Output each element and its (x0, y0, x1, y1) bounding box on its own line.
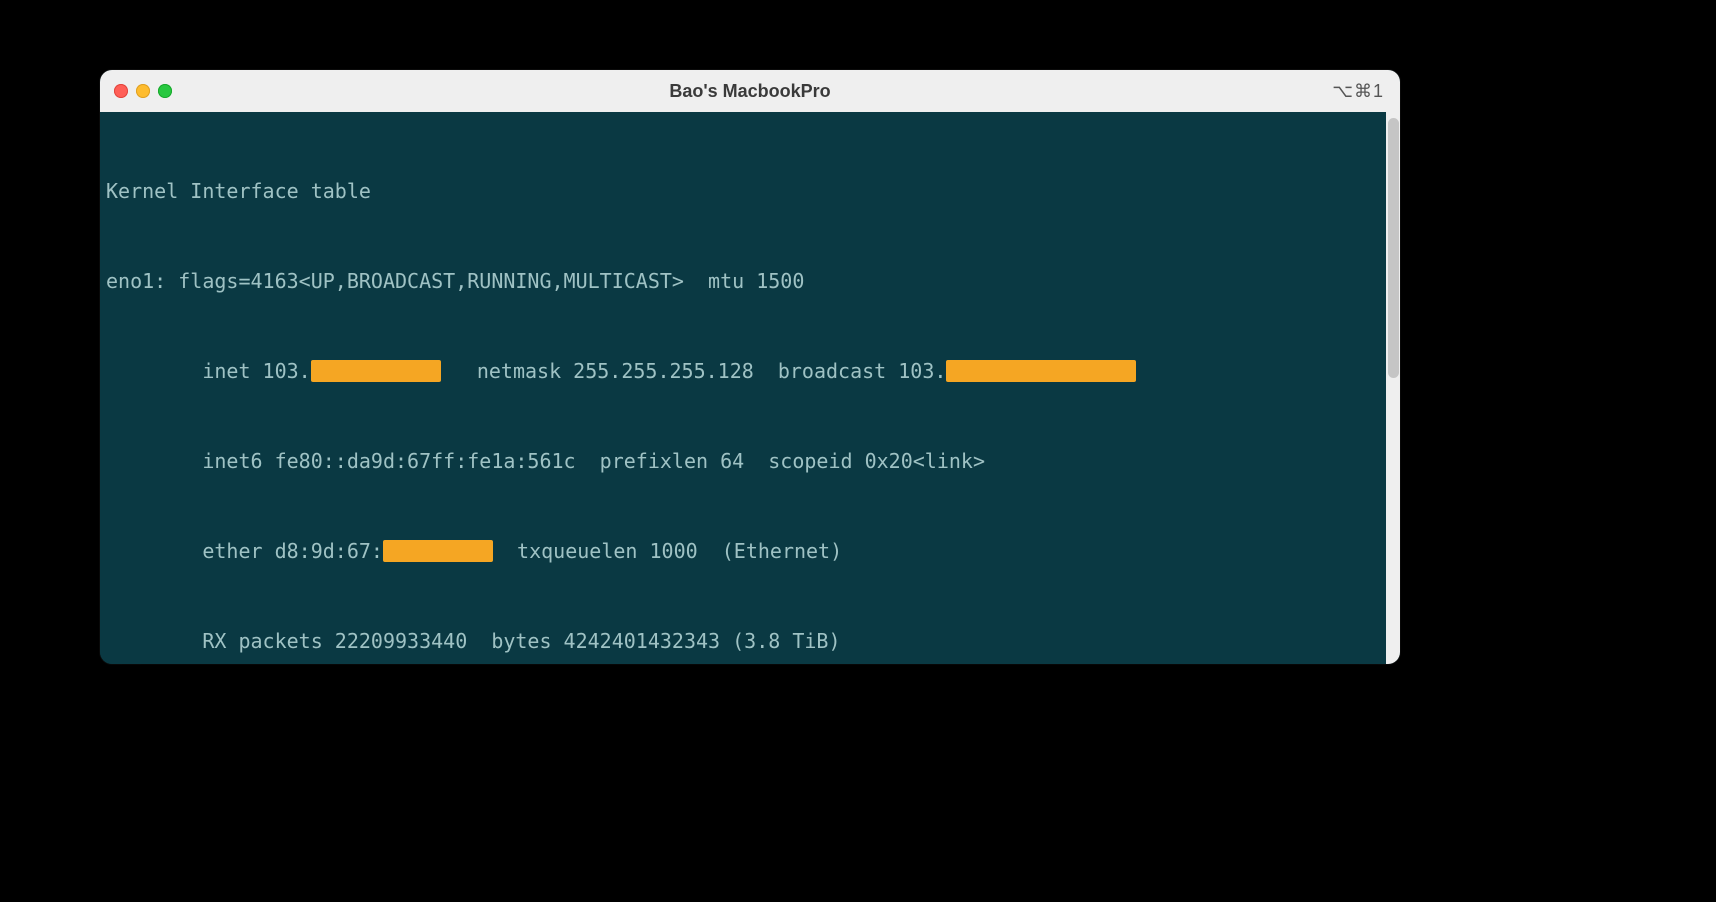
text-segment: netmask 255.255.255.128 broadcast 103. (441, 359, 947, 383)
text-segment: inet 103. (106, 359, 311, 383)
titlebar: Bao's MacbookPro ⌥⌘1 (100, 70, 1400, 113)
window-title: Bao's MacbookPro (100, 81, 1400, 102)
output-line: Kernel Interface table (106, 176, 1380, 206)
minimize-button[interactable] (136, 84, 150, 98)
output-line: inet 103. netmask 255.255.255.128 broadc… (106, 356, 1380, 386)
text-segment: ether d8:9d:67: (106, 539, 383, 563)
output-line: inet6 fe80::da9d:67ff:fe1a:561c prefixle… (106, 446, 1380, 476)
redacted-mac (383, 540, 493, 562)
terminal-body[interactable]: Kernel Interface table eno1: flags=4163<… (100, 112, 1386, 664)
window-shortcut: ⌥⌘1 (1332, 81, 1384, 102)
traffic-lights (114, 84, 172, 98)
scrollbar-thumb[interactable] (1388, 118, 1399, 378)
zoom-button[interactable] (158, 84, 172, 98)
output-line: eno1: flags=4163<UP,BROADCAST,RUNNING,MU… (106, 266, 1380, 296)
text-segment: txqueuelen 1000 (Ethernet) (493, 539, 842, 563)
redacted-ip (946, 360, 1136, 382)
close-button[interactable] (114, 84, 128, 98)
redacted-ip (311, 360, 441, 382)
output-line: RX packets 22209933440 bytes 42424014323… (106, 626, 1380, 656)
output-line: ether d8:9d:67: txqueuelen 1000 (Etherne… (106, 536, 1380, 566)
scrollbar[interactable] (1386, 112, 1400, 664)
terminal-window: Bao's MacbookPro ⌥⌘1 Kernel Interface ta… (100, 70, 1400, 664)
